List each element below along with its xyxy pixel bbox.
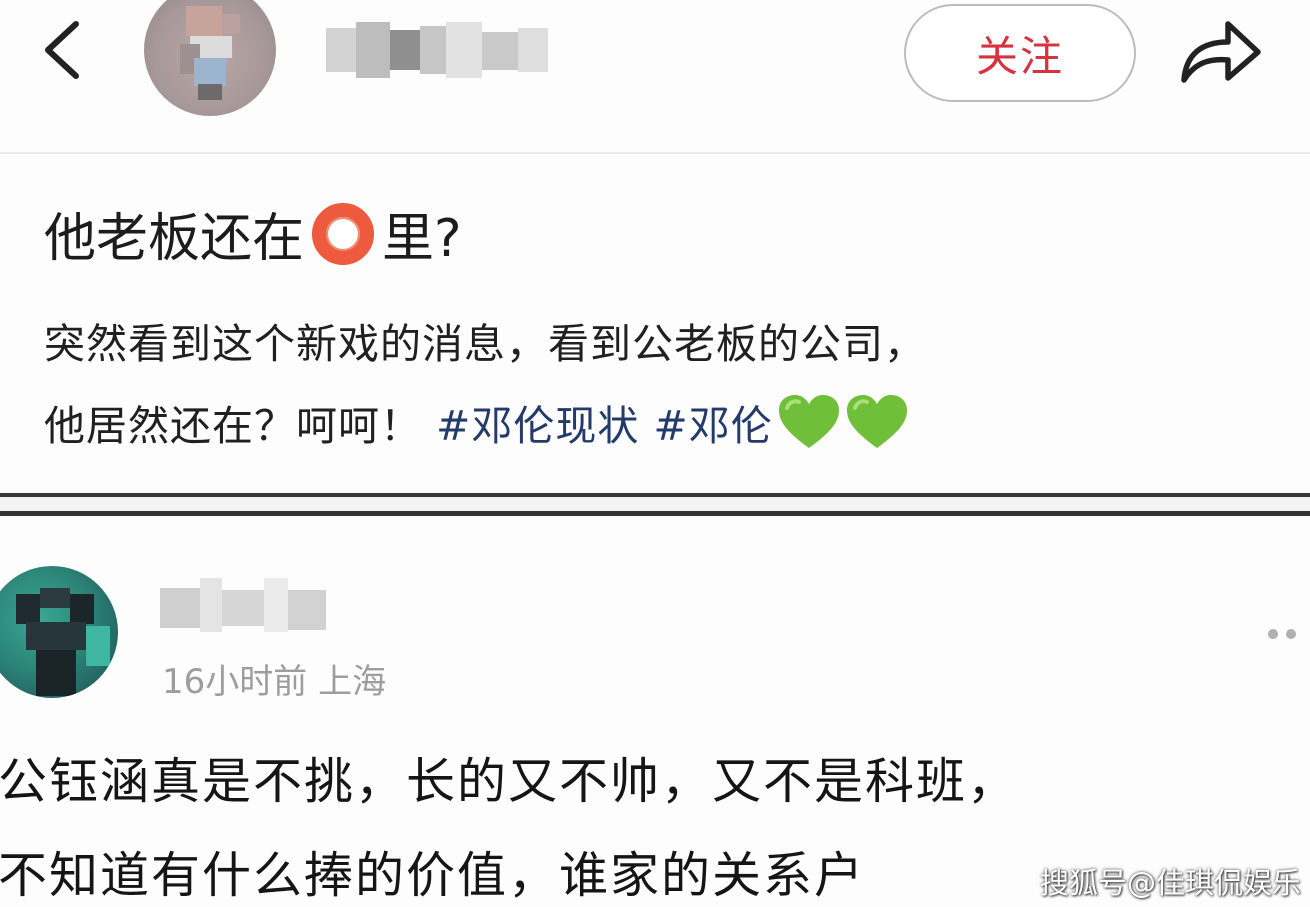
comment-text-line-1: 公钰涵真是不挑，长的又不帅，又不是科班， <box>0 753 1019 810</box>
comment-time: 16小时前 <box>162 662 308 702</box>
comment-text-line-2: 不知道有什么捧的价值，谁家的关系户 <box>0 847 866 904</box>
follow-button[interactable]: 关注 <box>904 4 1136 102</box>
author-name-blurred[interactable] <box>326 22 548 78</box>
follow-label: 关注 <box>975 31 1064 81</box>
commenter-name-blurred[interactable] <box>160 578 326 632</box>
post-body-line-1: 突然看到这个新戏的消息，看到公老板的公司， <box>44 320 926 368</box>
commenter-avatar[interactable] <box>0 566 118 698</box>
post-title-text: 他老板还在 <box>44 209 305 269</box>
hashtag-link[interactable]: #邓伦现状 <box>436 392 639 452</box>
post-body-line-2: 他居然还在？呵呵！ #邓伦现状 #邓伦 <box>44 392 909 452</box>
chevron-left-icon[interactable] <box>38 14 88 86</box>
separator <box>0 511 1310 516</box>
more-dots-icon[interactable] <box>1262 624 1302 644</box>
red-ring-icon <box>312 202 375 265</box>
watermark-text: 搜狐号@佳琪侃娱乐 <box>1040 866 1302 900</box>
header-divider <box>0 152 1310 154</box>
post-title: 他老板还在 里? <box>44 196 462 271</box>
separator-gap <box>0 497 1310 511</box>
hashtag-link[interactable]: #邓伦 <box>653 392 772 452</box>
green-heart-icon <box>778 395 839 448</box>
top-bar: 关注 <box>0 0 1310 150</box>
green-heart-icon <box>846 395 907 448</box>
comment-meta: 16小时前 上海 <box>162 654 386 703</box>
comment-location: 上海 <box>318 662 387 702</box>
author-avatar[interactable] <box>144 0 276 116</box>
post-body-text: 他居然还在？呵呵！ <box>44 402 422 450</box>
post-title-suffix: 里? <box>382 209 462 269</box>
share-arrow-icon[interactable] <box>1178 16 1262 88</box>
